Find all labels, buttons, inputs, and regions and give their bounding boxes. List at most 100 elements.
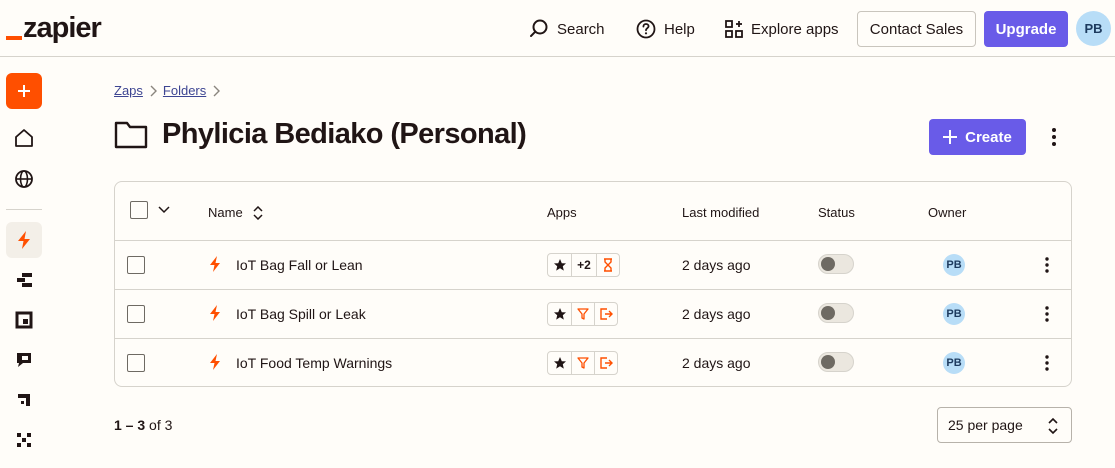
star-app-icon — [548, 352, 571, 374]
pagination-summary: 1 – 3 of 3 — [114, 417, 172, 433]
row-more-button[interactable] — [1039, 352, 1055, 374]
app-icons — [547, 302, 618, 326]
owner-avatar: PB — [943, 352, 965, 374]
breadcrumb-zaps[interactable]: Zaps — [114, 83, 143, 98]
search-icon — [530, 19, 548, 37]
per-page-label: 25 per page — [948, 417, 1023, 433]
agents-icon — [17, 433, 31, 447]
table-row[interactable]: IoT Food Temp Warnings 2 days ago PB — [115, 339, 1071, 386]
column-apps: Apps — [547, 205, 577, 220]
upgrade-button[interactable]: Upgrade — [984, 11, 1068, 47]
sidebar — [0, 57, 48, 468]
sidebar-item-chatbots[interactable] — [6, 342, 42, 378]
plus-icon — [943, 130, 958, 144]
toggle-knob — [821, 355, 835, 369]
zap-icon — [18, 231, 30, 249]
table-row[interactable]: IoT Bag Fall or Lean +2 2 days ago PB — [115, 241, 1071, 290]
status-toggle[interactable] — [818, 352, 854, 372]
app-icons: +2 — [547, 253, 620, 277]
zap-name[interactable]: IoT Bag Fall or Lean — [236, 257, 363, 273]
contact-sales-button[interactable]: Contact Sales — [857, 11, 976, 47]
sidebar-item-tables[interactable] — [6, 262, 42, 298]
explore-apps-button[interactable]: Explore apps — [725, 16, 839, 42]
zap-name[interactable]: IoT Food Temp Warnings — [236, 355, 392, 371]
interfaces-icon — [15, 311, 33, 329]
canvas-icon — [18, 394, 30, 406]
kebab-menu-icon — [1052, 128, 1056, 146]
create-new-button[interactable] — [6, 73, 42, 109]
page-header: Phylicia Bediako (Personal) — [114, 118, 527, 151]
breadcrumb-folders[interactable]: Folders — [163, 83, 206, 98]
kebab-menu-icon — [1045, 306, 1049, 322]
sidebar-item-zaps[interactable] — [6, 222, 42, 258]
help-icon — [636, 19, 656, 39]
search-label: Search — [557, 20, 605, 38]
star-app-icon — [548, 254, 571, 276]
per-page-select[interactable]: 25 per page — [937, 407, 1072, 443]
zap-icon — [210, 354, 220, 370]
chevron-up-down-icon — [1048, 417, 1058, 435]
column-name[interactable]: Name — [208, 205, 263, 220]
select-all-checkbox[interactable] — [130, 201, 148, 219]
kebab-menu-icon — [1045, 257, 1049, 273]
sidebar-item-interfaces[interactable] — [6, 302, 42, 338]
search-button[interactable]: Search — [529, 16, 605, 42]
owner-avatar: PB — [943, 303, 965, 325]
star-app-icon — [548, 303, 571, 325]
top-bar: zapier Search Help Explore apps Contact … — [0, 0, 1115, 57]
sort-icon — [253, 205, 263, 220]
sidebar-item-discover[interactable] — [6, 161, 42, 197]
column-owner: Owner — [928, 205, 967, 220]
row-more-button[interactable] — [1039, 254, 1055, 276]
page-title: Phylicia Bediako (Personal) — [162, 118, 527, 150]
help-button[interactable]: Help — [636, 16, 695, 42]
logo-dash — [6, 36, 22, 40]
zapier-logo[interactable]: zapier — [6, 12, 102, 44]
pagination-total: of 3 — [149, 417, 173, 433]
row-more-button[interactable] — [1039, 303, 1055, 325]
zap-name[interactable]: IoT Bag Spill or Leak — [236, 306, 366, 322]
help-label: Help — [664, 20, 695, 38]
row-checkbox[interactable] — [127, 354, 145, 372]
chevron-down-icon[interactable] — [158, 206, 170, 214]
status-toggle[interactable] — [818, 254, 854, 274]
apps-grid-icon — [725, 20, 743, 38]
explore-apps-label: Explore apps — [751, 20, 839, 38]
zap-icon — [210, 305, 220, 321]
pagination-range: 1 – 3 — [114, 417, 146, 433]
create-button[interactable]: Create — [929, 119, 1026, 155]
last-modified: 2 days ago — [682, 355, 751, 371]
zap-icon — [210, 256, 220, 272]
row-checkbox[interactable] — [127, 305, 145, 323]
user-avatar[interactable]: PB — [1076, 11, 1111, 46]
globe-icon — [15, 170, 33, 188]
app-icons — [547, 351, 618, 375]
chevron-right-icon — [150, 85, 157, 96]
table-header: Name Apps Last modified Status Owner — [115, 182, 1071, 241]
delay-icon — [596, 254, 619, 276]
logo-text: zapier — [23, 12, 102, 44]
status-toggle[interactable] — [818, 303, 854, 323]
owner-avatar: PB — [943, 254, 965, 276]
zaps-table: Name Apps Last modified Status Owner IoT… — [114, 181, 1072, 387]
create-label: Create — [965, 128, 1012, 146]
sidebar-item-home[interactable] — [6, 120, 42, 156]
column-status: Status — [818, 205, 855, 220]
toggle-knob — [821, 306, 835, 320]
table-row[interactable]: IoT Bag Spill or Leak 2 days ago PB — [115, 290, 1071, 339]
chatbots-icon — [17, 353, 31, 367]
last-modified: 2 days ago — [682, 257, 751, 273]
row-checkbox[interactable] — [127, 256, 145, 274]
sidebar-divider — [6, 209, 42, 210]
folder-more-button[interactable] — [1043, 124, 1065, 150]
exit-icon — [594, 352, 617, 374]
filter-icon — [571, 303, 594, 325]
chevron-right-icon — [213, 85, 221, 96]
breadcrumb: Zaps Folders — [114, 83, 221, 98]
sidebar-item-agents[interactable] — [6, 422, 42, 458]
folder-icon — [114, 121, 148, 148]
column-name-label: Name — [208, 205, 243, 220]
exit-icon — [594, 303, 617, 325]
sidebar-item-canvas[interactable] — [6, 382, 42, 418]
more-apps-count: +2 — [571, 254, 596, 276]
